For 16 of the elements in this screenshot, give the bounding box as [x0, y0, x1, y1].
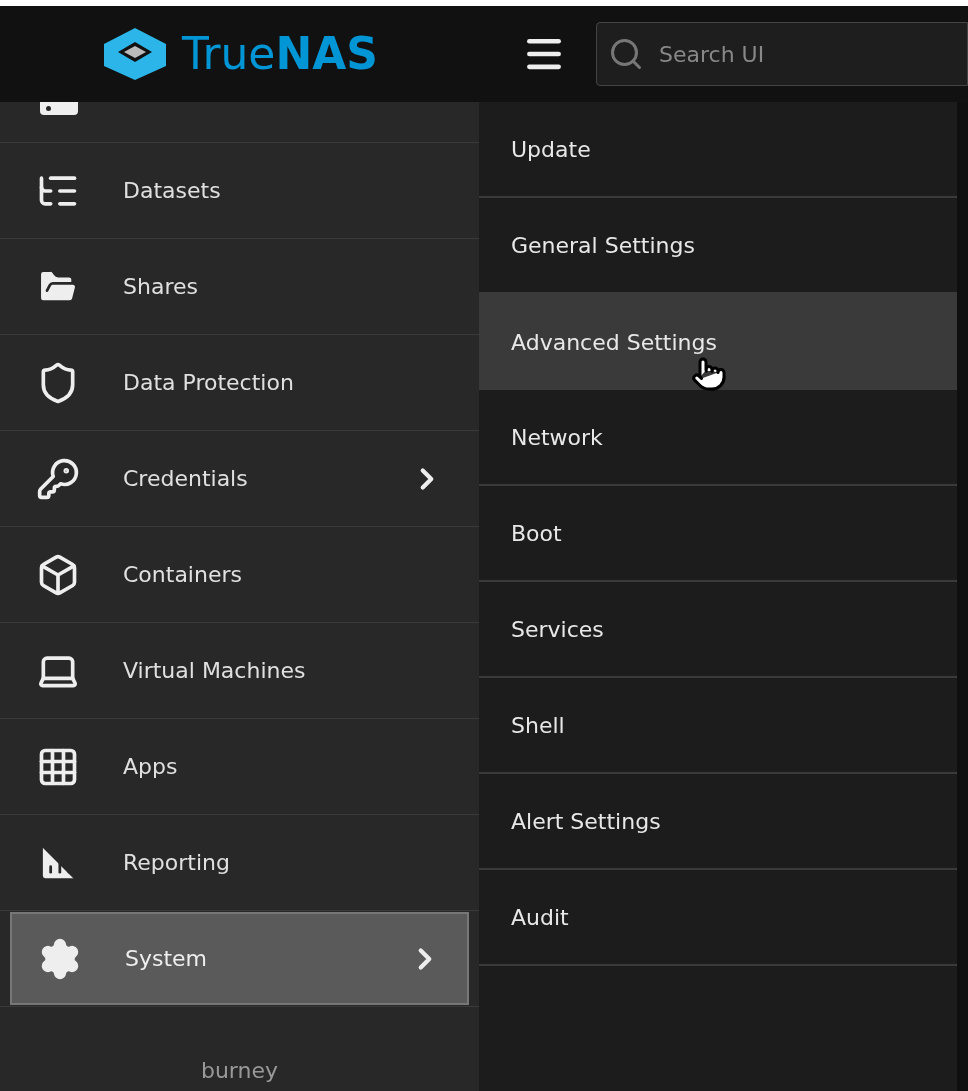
sidebar-item[interactable]: System — [10, 912, 469, 1005]
sidebar-item[interactable]: Shares — [0, 239, 479, 334]
hand-pointer-icon — [691, 356, 727, 392]
sidebar-item[interactable]: Virtual Machines — [0, 623, 479, 718]
search-field[interactable]: Search UI — [596, 22, 968, 86]
sidebar-item[interactable]: Containers — [0, 527, 479, 622]
sidebar-item[interactable]: Reporting — [0, 815, 479, 910]
key-icon — [36, 456, 80, 501]
hostname: burney — [200, 1057, 279, 1085]
submenu-item[interactable]: Advanced Settings — [479, 294, 957, 390]
search-icon — [608, 36, 644, 72]
sidebar-item[interactable]: Apps — [0, 719, 479, 814]
sidebar-item[interactable]: Data Protection — [0, 335, 479, 430]
sidebar-item[interactable]: Credentials — [0, 431, 479, 526]
brand-name: TrueNAS — [181, 32, 378, 76]
sidebar-item[interactable]: Datasets — [0, 143, 479, 238]
